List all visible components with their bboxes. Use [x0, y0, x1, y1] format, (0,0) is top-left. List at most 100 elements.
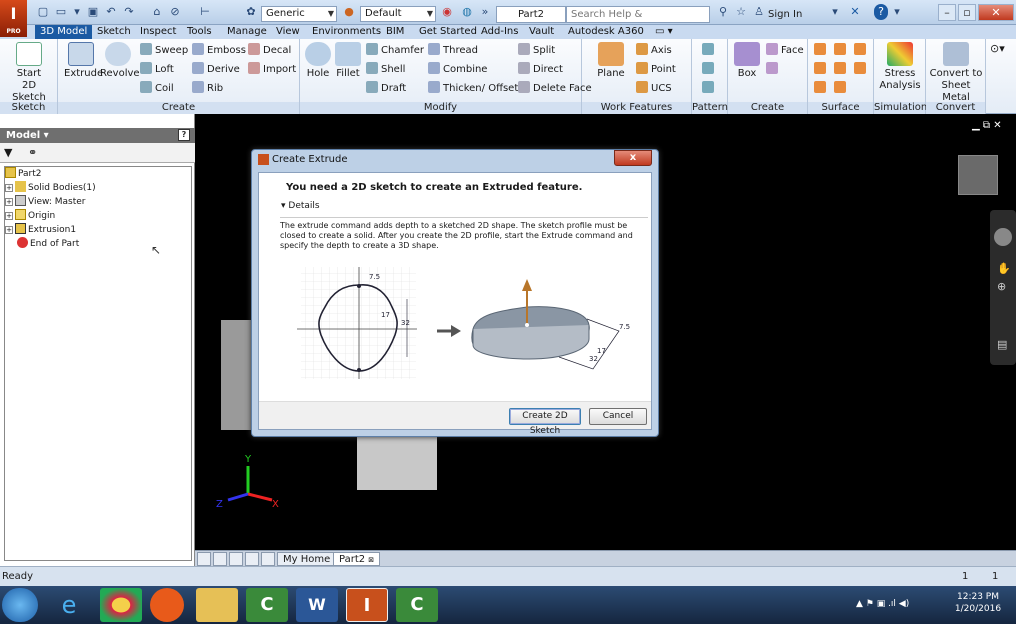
tab-add-ins[interactable]: Add-Ins	[476, 25, 523, 39]
tab-part2[interactable]: Part2 ⊠	[333, 552, 381, 566]
new-icon[interactable]: ▢	[36, 4, 50, 20]
expand-icon[interactable]: +	[5, 226, 13, 234]
search-icon[interactable]: ⚲	[716, 4, 730, 20]
browser-help-icon[interactable]: ?	[178, 129, 190, 141]
open-dropdown-icon[interactable]: ▾	[70, 4, 84, 20]
draft-button[interactable]: Draft	[366, 81, 406, 97]
fillet-button[interactable]: Fillet	[334, 42, 362, 80]
filter-icon[interactable]: ▼	[4, 146, 12, 159]
circular-pattern-button[interactable]	[702, 62, 717, 78]
axis-button[interactable]: Axis	[636, 43, 672, 59]
tab-environments[interactable]: Environments	[307, 25, 386, 39]
undo-icon[interactable]: ↶	[104, 4, 118, 20]
help-search-input[interactable]: Search Help & Commands...	[566, 6, 710, 35]
revolve-button[interactable]: Revolve	[100, 42, 140, 80]
minimize-button[interactable]: –	[938, 4, 956, 21]
tree-node-solid-bodies[interactable]: + Solid Bodies(1)	[5, 181, 96, 195]
tab-3d-model[interactable]: 3D Model	[35, 25, 93, 39]
patch-button[interactable]	[854, 43, 869, 59]
cancel-button[interactable]: Cancel	[589, 408, 647, 425]
save-icon[interactable]: ▣	[86, 4, 100, 20]
adjust-icon[interactable]: ◍	[460, 4, 474, 20]
sign-in-link[interactable]: Sign In	[768, 9, 802, 21]
start-button[interactable]	[2, 588, 38, 622]
help-dropdown-icon[interactable]: ▾	[890, 4, 904, 20]
tab-bim[interactable]: BIM	[381, 25, 409, 39]
media-player-icon[interactable]	[150, 588, 184, 622]
signin-dropdown-icon[interactable]: ▾	[828, 4, 842, 20]
chrome-icon[interactable]	[100, 588, 142, 622]
zoom-icon[interactable]: ⊕	[997, 280, 1006, 293]
tree-node-extrusion1[interactable]: + Extrusion1	[5, 223, 76, 237]
ucs-button[interactable]: UCS	[636, 81, 672, 97]
extrude-button[interactable]: Extrude	[64, 42, 103, 80]
update-icon[interactable]: ⊘	[168, 4, 182, 20]
stress-analysis-button[interactable]: Stress Analysis	[876, 42, 924, 92]
color-icon[interactable]: ●	[342, 4, 356, 20]
sweep-button[interactable]: Sweep	[140, 43, 188, 59]
tab-view[interactable]: View	[271, 25, 305, 39]
face-button[interactable]: Face	[766, 43, 804, 59]
tile-horizontal-icon[interactable]	[197, 552, 211, 566]
extend-button[interactable]	[834, 62, 849, 78]
cascade-icon[interactable]	[229, 552, 243, 566]
delete-face-button[interactable]: Delete Face	[518, 81, 592, 97]
import-button[interactable]: Import	[248, 62, 296, 78]
thread-button[interactable]: Thread	[428, 43, 478, 59]
inventor-taskbar-icon[interactable]: I	[346, 588, 388, 622]
convert-sheet-metal-button[interactable]: Convert to Sheet Metal	[928, 42, 984, 104]
chamfer-button[interactable]: Chamfer	[366, 43, 424, 59]
home-icon[interactable]: ⌂	[150, 4, 164, 20]
plane-button[interactable]: Plane	[594, 42, 628, 80]
camtasia-icon[interactable]: C	[246, 588, 288, 622]
details-toggle[interactable]: ▾ Details	[281, 201, 320, 211]
internet-explorer-icon[interactable]: e	[48, 588, 90, 622]
hole-button[interactable]: Hole	[304, 42, 332, 80]
ribbon-options-icon[interactable]: ▭ ▾	[650, 25, 678, 39]
expand-icon[interactable]: +	[5, 184, 13, 192]
box-button[interactable]: Box	[732, 42, 762, 80]
canvas-window-controls[interactable]: ▁ ⧉ ✕	[972, 120, 1002, 131]
redo-icon[interactable]: ↷	[122, 4, 136, 20]
sculpt-button[interactable]	[834, 43, 849, 59]
arrange-icon[interactable]	[245, 552, 259, 566]
favorite-icon[interactable]: ☆	[734, 4, 748, 20]
browser-header[interactable]: Model ▾?	[0, 128, 195, 143]
help-icon[interactable]: ?	[874, 4, 888, 20]
user-icon[interactable]: ♙	[752, 4, 766, 20]
split-button[interactable]: Split	[518, 43, 555, 59]
stitch-button[interactable]	[814, 43, 829, 59]
loft-button[interactable]: Loft	[140, 62, 174, 78]
maximize-button[interactable]: ▫	[958, 4, 976, 21]
expand-icon[interactable]: +	[5, 212, 13, 220]
tab-get-started[interactable]: Get Started	[414, 25, 482, 39]
trim-button[interactable]	[814, 62, 829, 78]
word-icon[interactable]: W	[296, 588, 338, 622]
material-select[interactable]: Generic ▼	[261, 6, 337, 22]
close-window-button[interactable]: ✕	[978, 4, 1014, 21]
create-2d-sketch-button[interactable]: Create 2D Sketch	[509, 408, 581, 436]
mirror-button[interactable]	[702, 81, 717, 97]
tab-manage[interactable]: Manage	[222, 25, 272, 39]
measure-icon[interactable]: ⊢	[198, 4, 212, 20]
combine-button[interactable]: Combine	[428, 62, 487, 78]
thicken-offset-button[interactable]: Thicken/ Offset	[428, 81, 518, 97]
look-at-icon[interactable]: ▤	[997, 338, 1007, 351]
exchange-icon[interactable]: ✕	[848, 4, 862, 20]
replace-face-button[interactable]	[854, 62, 869, 78]
settings-icon[interactable]: ✿	[244, 4, 258, 20]
clock[interactable]: 12:23 PM 1/20/2016	[950, 591, 1006, 615]
steering-wheel-icon[interactable]	[994, 228, 1012, 246]
tab-inspect[interactable]: Inspect	[135, 25, 181, 39]
tab-my-home[interactable]: My Home	[277, 552, 337, 566]
open-icon[interactable]: ▭	[54, 4, 68, 20]
repair-button[interactable]	[814, 81, 829, 97]
ribbon-expand-icon[interactable]: ⊙▾	[990, 41, 1005, 57]
tree-node-origin[interactable]: + Origin	[5, 209, 55, 223]
tree-node-end-of-part[interactable]: End of Part	[17, 237, 79, 251]
pan-icon[interactable]: ✋	[997, 262, 1011, 275]
fit-mesh-button[interactable]	[834, 81, 849, 97]
direct-button[interactable]: Direct	[518, 62, 563, 78]
tab-a360[interactable]: Autodesk A360	[563, 25, 649, 39]
close-tab-icon[interactable]: ⊠	[368, 556, 374, 564]
